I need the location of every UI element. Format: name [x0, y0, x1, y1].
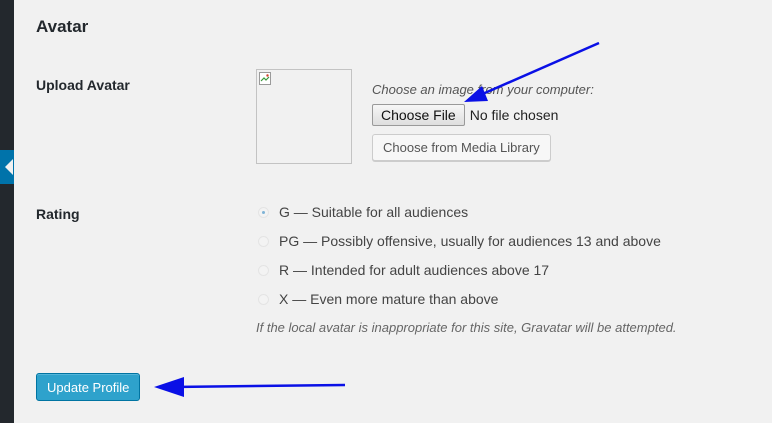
choose-file-button[interactable]: Choose File [372, 104, 465, 126]
rating-option-r[interactable]: R — Intended for adult audiences above 1… [258, 260, 549, 280]
rating-option-label: PG — Possibly offensive, usually for aud… [279, 233, 661, 249]
upload-hint: Choose an image from your computer: [372, 82, 594, 97]
choose-from-media-library-button[interactable]: Choose from Media Library [372, 134, 551, 161]
avatar-preview [256, 69, 352, 164]
rating-radio[interactable] [258, 293, 269, 305]
rating-option-label: X — Even more mature than above [279, 291, 499, 307]
broken-image-icon [259, 72, 271, 85]
rating-radio[interactable] [258, 235, 269, 247]
section-title: Avatar [36, 17, 89, 36]
arrow-to-update-profile-icon [154, 377, 346, 397]
rating-radio[interactable] [258, 206, 269, 218]
rating-option-g[interactable]: G — Suitable for all audiences [258, 202, 468, 222]
upload-avatar-label: Upload Avatar [36, 77, 130, 93]
rating-option-label: R — Intended for adult audiences above 1… [279, 262, 550, 278]
active-menu-arrow-icon [5, 159, 13, 175]
rating-radio[interactable] [258, 264, 269, 276]
file-status-text: No file chosen [469, 107, 559, 123]
rating-note: If the local avatar is inappropriate for… [256, 320, 677, 335]
file-input[interactable]: Choose File No file chosen [372, 104, 558, 126]
rating-label: Rating [36, 206, 80, 222]
update-profile-button[interactable]: Update Profile [36, 373, 141, 401]
admin-sidebar-edge [0, 0, 14, 423]
rating-option-x[interactable]: X — Even more mature than above [258, 289, 498, 309]
rating-option-label: G — Suitable for all audiences [279, 204, 469, 220]
rating-option-pg[interactable]: PG — Possibly offensive, usually for aud… [258, 231, 661, 251]
